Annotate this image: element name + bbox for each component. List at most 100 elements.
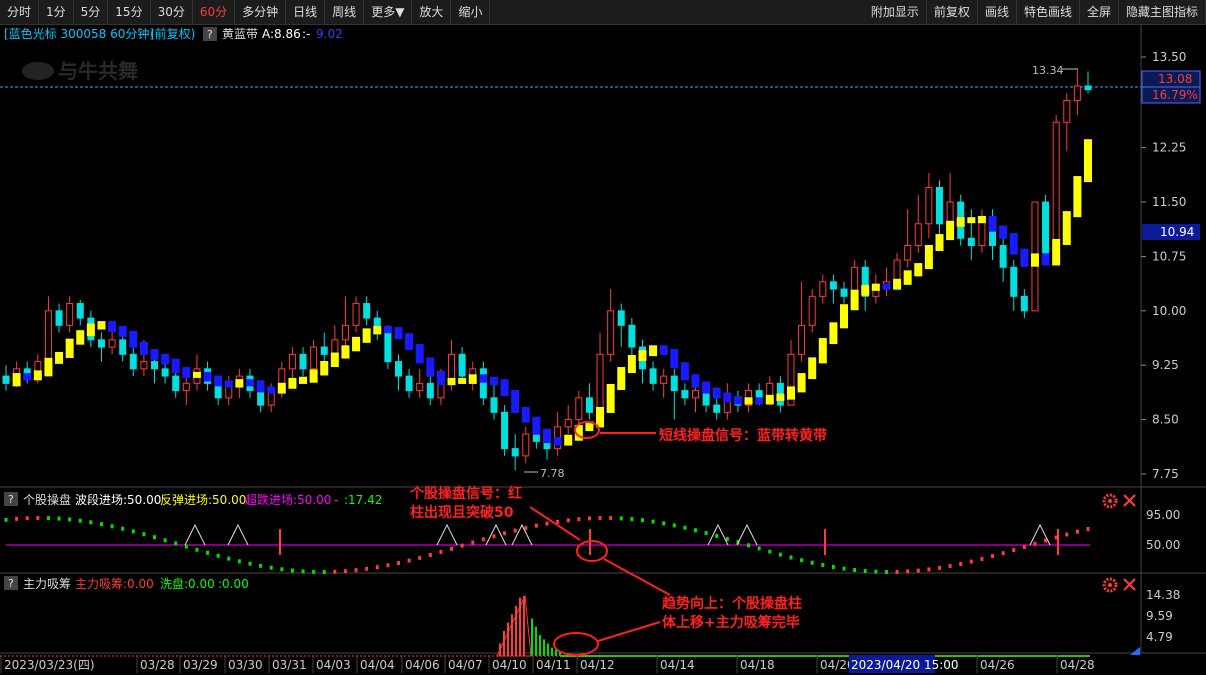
sub2-tick-1: 14.38 <box>1146 588 1180 602</box>
date-label: 03/29 <box>183 658 218 672</box>
sub2-tick-2: 9.59 <box>1146 609 1173 623</box>
band-block-yellow <box>341 345 350 359</box>
band-block-yellow <box>1052 238 1061 266</box>
period-tab-8[interactable]: 周线 <box>325 0 365 24</box>
osc-point <box>831 564 835 569</box>
osc-point <box>503 531 507 536</box>
band-block-yellow <box>744 397 753 405</box>
osc-point <box>884 569 888 574</box>
toolbar-action-4[interactable]: 全屏 <box>1080 0 1119 24</box>
osc-point <box>789 555 793 560</box>
osc-point <box>800 558 804 563</box>
sub1-header: ? 个股操盘 波段进场:50.00 反弹进场:50.00 超跌进场:50.00 … <box>4 492 382 507</box>
band-block-yellow <box>468 374 477 384</box>
period-tab-2[interactable]: 5分 <box>74 0 109 24</box>
sub1-param2: 反弹进场:50.00 <box>160 493 246 507</box>
osc-point <box>322 569 326 574</box>
date-label: 04/07 <box>448 658 483 672</box>
band-block-blue <box>224 380 233 388</box>
osc-point <box>683 525 687 530</box>
period-tab-10[interactable]: 放大 <box>412 0 452 24</box>
band-block-blue <box>267 386 276 394</box>
band-block-yellow <box>192 371 201 378</box>
period-tab-9[interactable]: 更多▼ <box>364 0 413 24</box>
band-block-blue <box>245 379 254 387</box>
date-label: 03/28 <box>140 658 175 672</box>
candle-body <box>649 368 657 384</box>
price-tick-label: 10.00 <box>1152 304 1186 318</box>
period-tab-3[interactable]: 15分 <box>108 0 151 24</box>
candle-body <box>585 397 593 413</box>
osc-point <box>640 518 644 523</box>
osc-point <box>68 517 72 522</box>
period-tab-7[interactable]: 日线 <box>286 0 326 24</box>
period-tab-4[interactable]: 30分 <box>151 0 193 24</box>
candle-body <box>798 324 806 355</box>
band-block-blue <box>521 406 530 423</box>
candle-body <box>76 303 84 319</box>
candle-body <box>617 310 625 326</box>
band-block-yellow <box>1030 253 1039 267</box>
osc-point <box>354 568 358 573</box>
osc-point <box>1012 548 1016 553</box>
band-block-yellow <box>638 350 647 361</box>
date-label: 04/14 <box>660 658 695 672</box>
osc-point <box>131 529 135 534</box>
candle-body <box>967 237 975 247</box>
osc-point <box>1033 541 1037 546</box>
sub2-param2: 洗盘:0.00 <box>160 576 215 591</box>
band-block-yellow <box>447 377 456 386</box>
band-block-yellow <box>977 215 986 224</box>
osc-point <box>948 564 952 569</box>
sub2-header: ? 主力吸筹 主力吸筹:0.00 洗盘:0.00 :0.00 <box>4 576 249 591</box>
candle-body <box>596 353 604 413</box>
toolbar-action-0[interactable]: 附加显示 <box>864 0 927 24</box>
band-block-yellow <box>808 357 817 380</box>
date-label: 04/18 <box>740 658 775 672</box>
osc-point <box>1065 532 1069 537</box>
cursor-date-label: 2023/04/20 15:00 <box>851 658 959 672</box>
osc-point <box>587 516 591 521</box>
osc-point <box>725 536 729 541</box>
toolbar-action-3[interactable]: 特色画线 <box>1017 0 1080 24</box>
osc-point <box>407 558 411 563</box>
toolbar-action-1[interactable]: 前复权 <box>927 0 978 24</box>
osc-point <box>163 538 167 543</box>
osc-point <box>142 532 146 537</box>
price-tick-label: 12.25 <box>1152 141 1186 155</box>
band-block-yellow <box>967 217 976 224</box>
sub2-tick-3: 4.79 <box>1146 630 1173 644</box>
band-block-yellow <box>924 244 933 270</box>
osc-point <box>375 565 379 570</box>
period-tab-5[interactable]: 60分 <box>193 0 236 24</box>
date-label: 03/31 <box>272 658 307 672</box>
price-tick-label: 7.75 <box>1152 467 1179 481</box>
osc-point <box>25 516 29 521</box>
osc-point <box>216 553 220 558</box>
osc-point <box>916 568 920 573</box>
candle-body <box>935 187 943 225</box>
period-tab-0[interactable]: 分时 <box>0 0 40 24</box>
osc-point <box>778 552 782 557</box>
band-block-blue <box>702 381 711 394</box>
toolbar-action-5[interactable]: 隐藏主图指标 <box>1119 0 1206 24</box>
osc-point <box>566 518 570 523</box>
candle-body <box>1010 266 1018 297</box>
osc-point <box>99 522 103 527</box>
period-tab-11[interactable]: 缩小 <box>451 0 491 24</box>
sub1-help-glyph: ? <box>8 493 14 506</box>
osc-point <box>959 561 963 566</box>
band-block-blue <box>479 374 488 383</box>
candle-body <box>692 390 700 399</box>
osc-point <box>184 544 188 549</box>
band-block-yellow <box>299 376 308 384</box>
band-block-yellow <box>818 338 827 364</box>
band-block-blue <box>256 380 265 393</box>
period-tab-6[interactable]: 多分钟 <box>235 0 287 24</box>
band-block-yellow <box>776 393 785 401</box>
toolbar-action-2[interactable]: 画线 <box>978 0 1017 24</box>
period-tab-1[interactable]: 1分 <box>39 0 74 24</box>
band-block-yellow <box>903 270 912 285</box>
sub1-name: 个股操盘 <box>23 492 71 507</box>
osc-point <box>768 549 772 554</box>
